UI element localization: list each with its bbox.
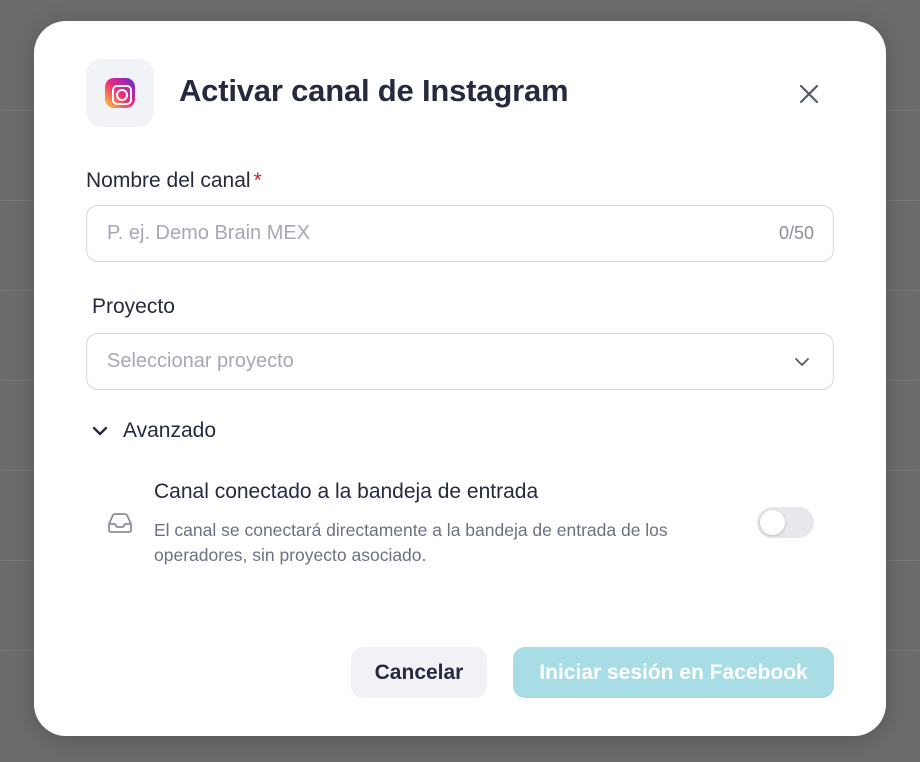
dialog-title: Activar canal de Instagram <box>179 73 569 108</box>
inbox-option-title: Canal conectado a la bandeja de entrada <box>154 480 539 503</box>
channel-name-input[interactable]: P. ej. Demo Brain MEX 0/50 <box>86 205 834 262</box>
switch-knob <box>760 510 785 535</box>
channel-name-label-text: Nombre del canal <box>86 169 251 192</box>
activate-channel-dialog: Activar canal de Instagram Nombre del ca… <box>34 21 886 736</box>
required-mark: * <box>253 169 262 192</box>
header-icon-box <box>86 59 154 127</box>
close-icon <box>799 84 819 104</box>
cancel-button[interactable]: Cancelar <box>351 647 487 698</box>
channel-name-placeholder: P. ej. Demo Brain MEX <box>107 222 311 244</box>
advanced-toggle[interactable]: Avanzado <box>90 419 216 443</box>
chevron-down-icon <box>795 358 809 366</box>
instagram-icon <box>105 78 135 108</box>
close-button[interactable] <box>794 79 824 109</box>
chevron-down-icon <box>92 426 108 436</box>
inbox-icon <box>108 513 132 533</box>
facebook-login-button[interactable]: Iniciar sesión en Facebook <box>513 647 834 698</box>
project-label: Proyecto <box>92 295 175 318</box>
channel-name-label: Nombre del canal * <box>86 169 262 193</box>
inbox-connection-switch[interactable] <box>757 507 814 538</box>
advanced-label: Avanzado <box>123 419 217 442</box>
inbox-option-description: El canal se conectará directamente a la … <box>154 520 668 565</box>
project-select-placeholder: Seleccionar proyecto <box>107 350 294 372</box>
project-select[interactable]: Seleccionar proyecto <box>86 333 834 390</box>
character-counter: 0/50 <box>778 223 814 243</box>
